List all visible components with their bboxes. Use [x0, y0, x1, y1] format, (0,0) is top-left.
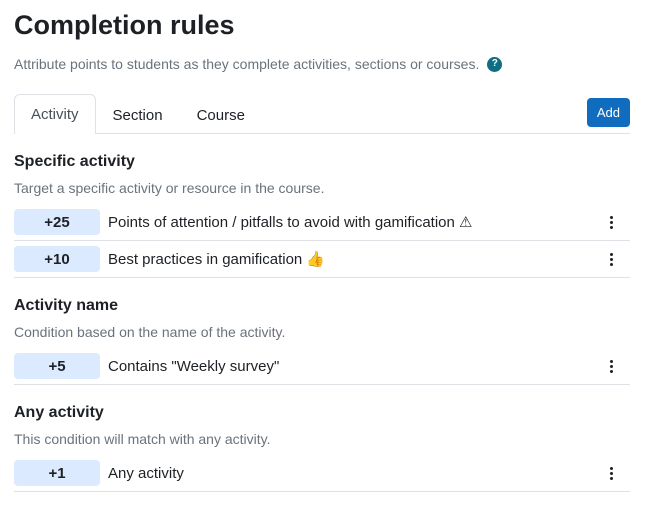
rule-label: Points of attention / pitfalls to avoid …: [108, 214, 473, 231]
points-badge: +1: [14, 460, 100, 486]
rule-row: +5 Contains "Weekly survey": [14, 348, 630, 385]
section-activity-name: Activity name Condition based on the nam…: [14, 296, 630, 385]
rule-label: Contains "Weekly survey": [108, 357, 280, 375]
section-specific-activity: Specific activity Target a specific acti…: [14, 152, 630, 278]
points-badge: +25: [14, 209, 100, 235]
kebab-menu-icon[interactable]: [604, 248, 618, 270]
rule-list: +5 Contains "Weekly survey": [14, 348, 630, 385]
section-description: Condition based on the name of the activ…: [14, 324, 286, 340]
tab-course[interactable]: Course: [180, 95, 262, 134]
rule-list: +25 Points of attention / pitfalls to av…: [14, 204, 630, 278]
page-subtitle: Attribute points to students as they com…: [14, 54, 630, 74]
rule-label: Best practices in gamification 👍: [108, 251, 326, 268]
points-badge: +5: [14, 353, 100, 379]
completion-rules-page: Completion rules Attribute points to stu…: [0, 0, 647, 492]
kebab-menu-icon[interactable]: [604, 355, 618, 377]
rule-row: +1 Any activity: [14, 455, 630, 492]
rule-row: +10 Best practices in gamification 👍: [14, 241, 630, 278]
tab-section[interactable]: Section: [96, 95, 180, 134]
section-description: Target a specific activity or resource i…: [14, 180, 325, 196]
points-badge: +10: [14, 246, 100, 272]
page-title: Completion rules: [14, 10, 235, 40]
section-title: Specific activity: [14, 153, 135, 170]
rule-list: +1 Any activity: [14, 455, 630, 492]
help-icon[interactable]: ?: [487, 56, 503, 72]
add-button[interactable]: Add: [586, 98, 630, 127]
section-title: Any activity: [14, 404, 104, 421]
rule-label: Any activity: [108, 464, 184, 482]
section-any-activity: Any activity This condition will match w…: [14, 403, 630, 492]
tab-bar: Activity Section Course Add: [14, 94, 630, 134]
rule-row: +25 Points of attention / pitfalls to av…: [14, 204, 630, 241]
kebab-menu-icon[interactable]: [604, 462, 618, 484]
tab-activity[interactable]: Activity: [14, 94, 96, 134]
section-title: Activity name: [14, 297, 119, 314]
subtitle-text: Attribute points to students as they com…: [14, 56, 480, 72]
section-description: This condition will match with any activ…: [14, 431, 271, 447]
kebab-menu-icon[interactable]: [604, 211, 618, 233]
